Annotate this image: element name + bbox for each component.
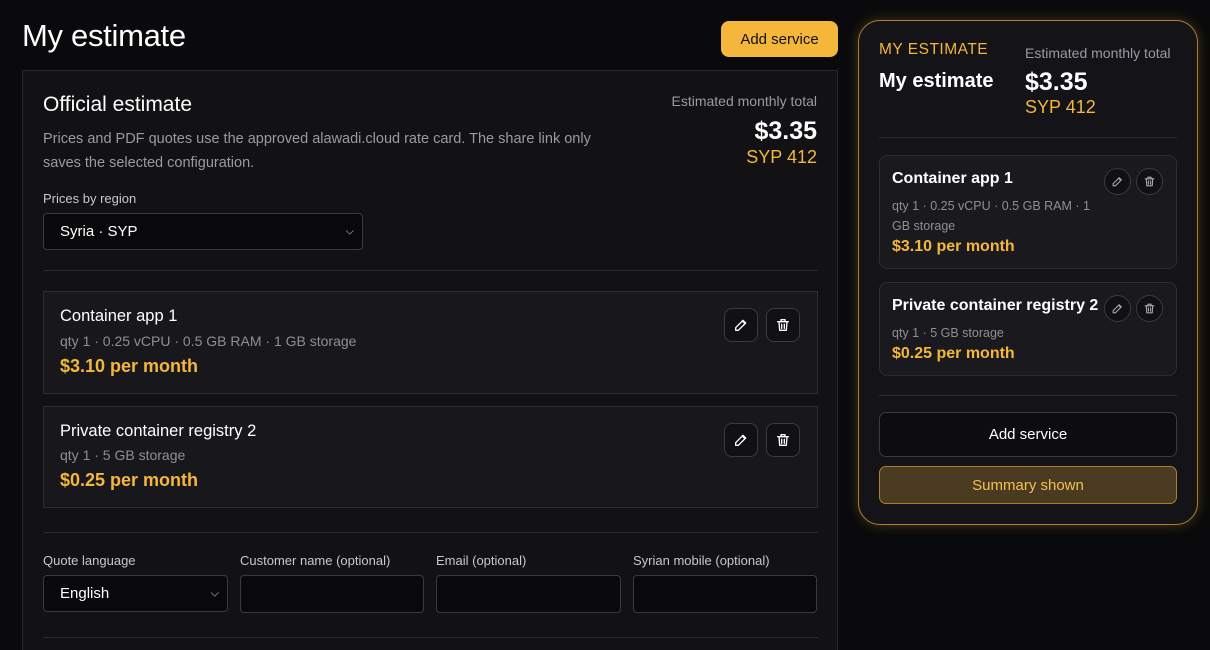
- summary-add-service-button[interactable]: Add service: [879, 412, 1177, 457]
- email-label: Email (optional): [436, 553, 527, 568]
- chevron-down-icon: ⌵: [210, 587, 219, 599]
- quote-language-label: Quote language: [43, 553, 136, 568]
- pencil-icon: [735, 319, 747, 331]
- trash-icon: [1144, 176, 1155, 187]
- divider: [879, 395, 1177, 396]
- customer-name-input[interactable]: [240, 575, 424, 613]
- email-field: Email (optional): [436, 553, 621, 613]
- region-label: Prices by region: [43, 191, 137, 206]
- divider: [43, 532, 818, 533]
- pencil-icon: [1112, 177, 1122, 187]
- region-value: Syria · SYP: [60, 223, 138, 240]
- total-label: Estimated monthly total: [671, 93, 817, 109]
- pencil-icon: [1112, 304, 1122, 314]
- divider: [43, 270, 818, 271]
- mobile-field: Syrian mobile (optional): [633, 553, 817, 613]
- add-service-button[interactable]: Add service: [721, 21, 838, 57]
- estimate-title: Official estimate: [43, 93, 192, 116]
- summary-panel: MY ESTIMATE My estimate Estimated monthl…: [858, 20, 1198, 525]
- delete-service-button[interactable]: [1136, 295, 1163, 322]
- email-input[interactable]: [436, 575, 621, 613]
- divider: [879, 137, 1177, 138]
- trash-icon: [777, 434, 789, 446]
- divider: [43, 637, 818, 638]
- quote-language-field: Quote language English ⌵: [43, 553, 228, 612]
- region-select[interactable]: Syria · SYP ⌵: [43, 213, 363, 250]
- delete-service-button[interactable]: [766, 423, 800, 457]
- summary-total-syp: SYP 412: [1025, 97, 1096, 117]
- service-card: Container app 1 qty 1 · 0.25 vCPU · 0.5 …: [43, 291, 818, 394]
- summary-total: Estimated monthly total $3.35 SYP 412: [1025, 45, 1171, 118]
- mobile-input[interactable]: [633, 575, 817, 613]
- pencil-icon: [735, 434, 747, 446]
- quote-language-select[interactable]: English ⌵: [43, 575, 228, 612]
- service-name: Private container registry 2: [60, 422, 257, 440]
- service-price: $0.25 per month: [892, 345, 1015, 362]
- mobile-label: Syrian mobile (optional): [633, 553, 770, 568]
- summary-service-card: Container app 1 qty 1 · 0.25 vCPU · 0.5 …: [879, 155, 1177, 269]
- edit-service-button[interactable]: [1104, 168, 1131, 195]
- edit-service-button[interactable]: [1104, 295, 1131, 322]
- edit-service-button[interactable]: [724, 308, 758, 342]
- service-price: $3.10 per month: [892, 238, 1015, 255]
- service-spec: qty 1 · 5 GB storage: [892, 326, 1004, 340]
- service-spec: qty 1 · 5 GB storage: [60, 447, 186, 463]
- summary-total-label: Estimated monthly total: [1025, 45, 1171, 61]
- summary-total-usd: $3.35: [1025, 68, 1088, 96]
- estimate-panel: Official estimate Prices and PDF quotes …: [22, 70, 838, 650]
- delete-service-button[interactable]: [1136, 168, 1163, 195]
- trash-icon: [777, 319, 789, 331]
- summary-title: My estimate: [879, 70, 994, 92]
- service-spec: qty 1 · 0.25 vCPU · 0.5 GB RAM · 1 GB st…: [892, 199, 1090, 233]
- service-spec: qty 1 · 0.25 vCPU · 0.5 GB RAM · 1 GB st…: [60, 333, 357, 349]
- service-name: Container app 1: [892, 170, 1013, 187]
- summary-shown-button[interactable]: Summary shown: [879, 466, 1177, 504]
- delete-service-button[interactable]: [766, 308, 800, 342]
- chevron-down-icon: ⌵: [345, 225, 354, 237]
- summary-kicker: MY ESTIMATE: [879, 41, 989, 58]
- service-card: Private container registry 2 qty 1 · 5 G…: [43, 406, 818, 508]
- customer-name-field: Customer name (optional): [240, 553, 424, 613]
- service-price: $0.25 per month: [60, 470, 199, 490]
- service-price: $3.10 per month: [60, 356, 199, 376]
- total-syp: SYP 412: [746, 147, 817, 167]
- edit-service-button[interactable]: [724, 423, 758, 457]
- service-name: Private container registry 2: [892, 297, 1099, 314]
- total-usd: $3.35: [754, 117, 817, 145]
- estimate-description: Prices and PDF quotes use the approved a…: [43, 131, 591, 171]
- summary-service-card: Private container registry 2 qty 1 · 5 G…: [879, 282, 1177, 376]
- service-name: Container app 1: [60, 307, 178, 325]
- page-title: My estimate: [22, 18, 186, 53]
- monthly-total: Estimated monthly total $3.35 SYP 412: [671, 93, 817, 168]
- quote-language-value: English: [60, 585, 110, 602]
- trash-icon: [1144, 303, 1155, 314]
- customer-name-label: Customer name (optional): [240, 553, 391, 568]
